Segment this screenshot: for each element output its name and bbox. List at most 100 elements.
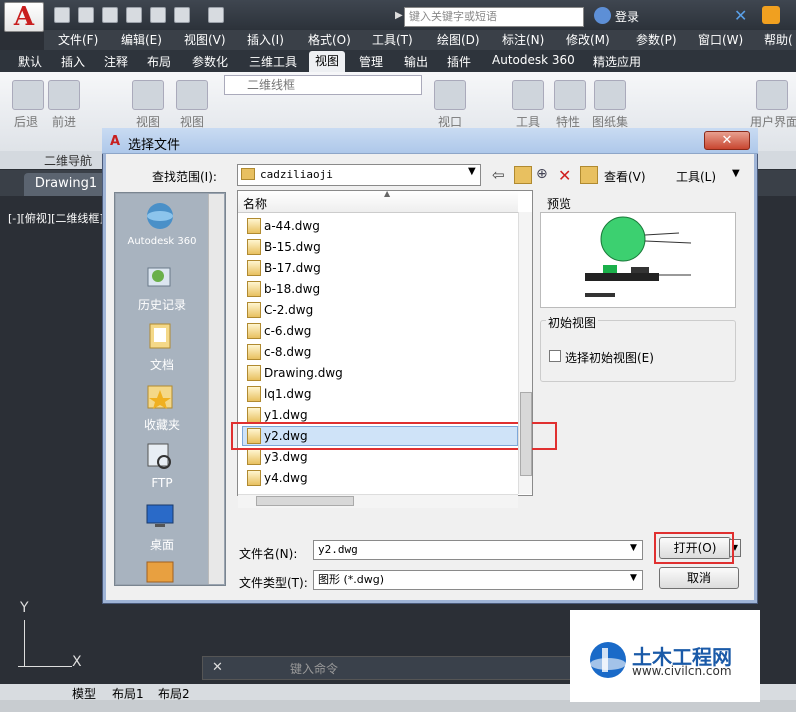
chevron-down-icon[interactable]: ▼ [630,573,637,583]
command-line[interactable] [202,656,572,680]
save-as-icon[interactable] [126,7,142,23]
file-list-item[interactable]: y4.dwg [264,471,308,485]
file-list-item[interactable]: B-15.dwg [264,240,321,254]
place-label-autodesk-360[interactable]: Autodesk 360 [118,236,206,247]
place-label-favorites[interactable]: 收藏夹 [118,416,206,433]
tab-featured-apps[interactable]: 精选应用 [593,53,641,70]
tool-palettes-icon[interactable] [512,80,544,110]
tab-view[interactable]: 视图 [309,51,345,72]
column-name[interactable]: 名称 [243,195,267,212]
file-list-item[interactable]: b-18.dwg [264,282,320,296]
undo-icon[interactable] [174,7,190,23]
place-label-documents[interactable]: 文档 [118,356,206,373]
tab-parametric[interactable]: 参数化 [192,53,228,70]
tab-output[interactable]: 输出 [404,53,428,70]
places-scrollbar[interactable] [208,194,224,584]
print-icon[interactable] [150,7,166,23]
file-list-item[interactable]: c-6.dwg [264,324,311,338]
file-list-item[interactable]: y3.dwg [264,450,308,464]
menu-draw[interactable]: 绘图(D) [437,31,480,48]
tab-plugins[interactable]: 插件 [447,53,471,70]
properties-icon[interactable] [554,80,586,110]
menu-parametric[interactable]: 参数(P) [636,31,677,48]
filename-input[interactable]: y2.dwg [313,540,643,560]
viewport-controls[interactable]: [-][俯视][二维线框] [8,210,104,226]
menu-window[interactable]: 窗口(W) [698,31,743,48]
new-file-icon[interactable] [54,7,70,23]
file-list-item[interactable]: lq1.dwg [264,387,311,401]
chevron-down-icon[interactable]: ▼ [732,168,740,179]
favorites-icon[interactable] [144,380,176,412]
dialog-close-button[interactable]: ✕ [704,131,750,150]
drawing-tab[interactable]: Drawing1 [24,173,108,196]
chevron-down-icon[interactable]: ▼ [630,543,637,553]
redo-icon[interactable] [208,7,224,23]
tab-layout[interactable]: 布局 [147,53,171,70]
save-icon[interactable] [102,7,118,23]
search-input[interactable]: 键入关键字或短语 [404,7,584,27]
views-menu[interactable]: 查看(V) [604,168,646,185]
scrollbar-thumb[interactable] [520,392,532,476]
place-label-ftp[interactable]: FTP [118,476,206,490]
menu-file[interactable]: 文件(F) [58,31,98,48]
delete-icon[interactable]: ✕ [558,166,576,185]
place-label-desktop[interactable]: 桌面 [118,536,206,553]
open-file-icon[interactable] [78,7,94,23]
user-interface-icon[interactable] [756,80,788,110]
initial-view-checkbox-label[interactable]: 选择初始视图(E) [565,349,654,366]
search-expand-icon[interactable]: ▶ [395,10,403,21]
visual-style-select[interactable]: 二维线框 [224,75,422,95]
view-manager-icon[interactable] [176,80,208,110]
desktop-icon[interactable] [144,500,176,532]
menu-modify[interactable]: 修改(M) [566,31,610,48]
documents-icon[interactable] [144,320,176,352]
sheet-set-icon[interactable] [594,80,626,110]
tab-3d-tools[interactable]: 三维工具 [249,53,297,70]
login-button[interactable]: 登录 [615,8,639,25]
app-menu-button[interactable]: A [4,2,44,32]
initial-view-checkbox[interactable] [549,350,561,362]
chevron-down-icon[interactable]: ▼ [468,166,476,177]
tab-insert[interactable]: 插入 [61,53,85,70]
up-folder-icon[interactable] [514,166,532,184]
tab-manage[interactable]: 管理 [359,53,383,70]
tab-autodesk-360[interactable]: Autodesk 360 [492,53,575,67]
place-label-history[interactable]: 历史记录 [118,296,206,313]
column-header[interactable] [238,191,518,213]
menu-insert[interactable]: 插入(I) [247,31,284,48]
folder-icon[interactable] [144,558,176,584]
dialog-title-bar[interactable] [102,128,758,154]
file-list-item[interactable]: a-44.dwg [264,219,320,233]
file-list-item[interactable]: C-2.dwg [264,303,313,317]
viewport-icon[interactable] [434,80,466,110]
back-arrow-icon[interactable]: ⇦ [492,166,510,184]
close-icon[interactable]: ✕ [212,660,223,675]
forward-icon[interactable] [48,80,80,110]
exchange-icon[interactable]: ✕ [734,6,747,25]
cancel-button[interactable]: 取消 [659,567,739,589]
new-folder-icon[interactable] [580,166,598,184]
menu-tools[interactable]: 工具(T) [372,31,413,48]
menu-view[interactable]: 视图(V) [184,31,226,48]
file-list-item[interactable]: Drawing.dwg [264,366,343,380]
command-input[interactable]: 键入命令 [290,660,338,677]
tools-menu[interactable]: 工具(L) [676,168,716,185]
tab-annotate[interactable]: 注释 [104,53,128,70]
file-list-item[interactable]: y1.dwg [264,408,308,422]
menu-dimension[interactable]: 标注(N) [502,31,544,48]
menu-format[interactable]: 格式(O) [308,31,351,48]
lookin-select[interactable]: cadziliaoji [237,164,481,186]
file-list-item[interactable]: B-17.dwg [264,261,321,275]
view-cube-icon[interactable] [132,80,164,110]
menu-help[interactable]: 帮助( [764,31,793,48]
help-icon[interactable] [762,6,780,24]
back-icon[interactable] [12,80,44,110]
search-web-icon[interactable]: ⊕ [536,166,554,184]
history-icon[interactable] [144,260,176,292]
filetype-select[interactable]: 图形 (*.dwg) [313,570,643,590]
hscrollbar-thumb[interactable] [256,496,354,506]
ftp-icon[interactable] [144,440,176,472]
tab-default[interactable]: 默认 [18,53,42,70]
menu-edit[interactable]: 编辑(E) [121,31,162,48]
file-list-item[interactable]: c-8.dwg [264,345,311,359]
